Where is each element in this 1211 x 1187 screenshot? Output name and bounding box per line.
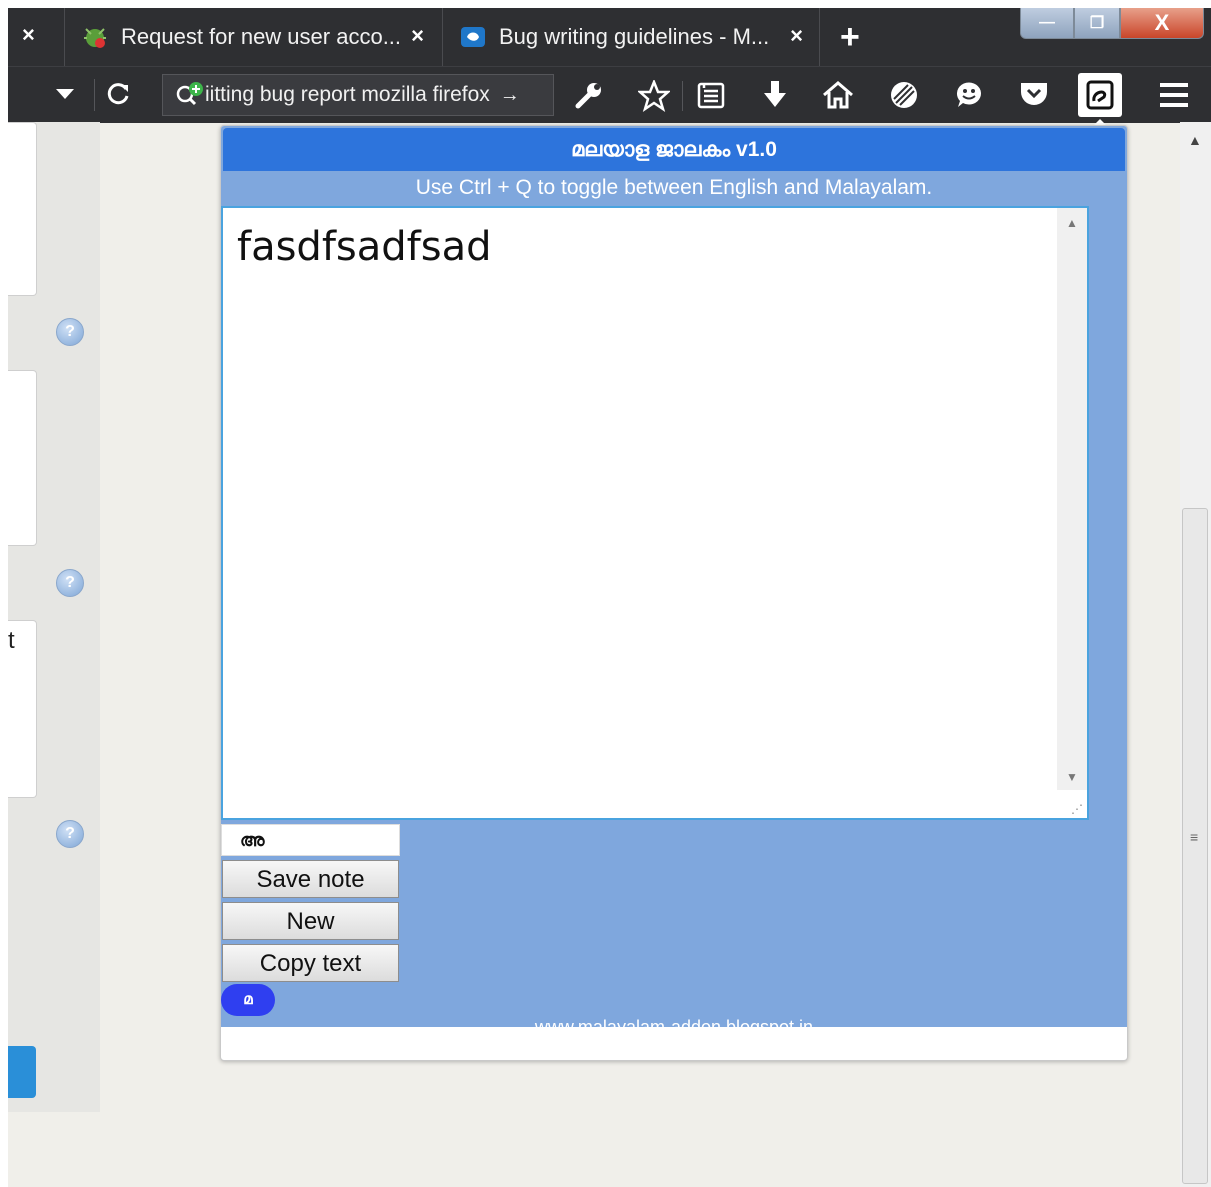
pocket-icon[interactable]: [1018, 79, 1050, 109]
scroll-up-arrow-icon[interactable]: ▲: [1188, 132, 1202, 148]
minimize-button[interactable]: —: [1020, 8, 1074, 39]
page-submit-button[interactable]: [8, 1046, 36, 1098]
new-note-button[interactable]: New: [222, 902, 399, 940]
language-toggle-button[interactable]: മ: [221, 984, 275, 1016]
download-icon[interactable]: [760, 79, 790, 111]
tab-bug-writing-guidelines[interactable]: Bug writing guidelines - M... ×: [442, 8, 820, 66]
go-arrow-icon[interactable]: →: [500, 84, 520, 107]
textarea-text: t: [8, 627, 15, 654]
tab-bar: × Request for new user acco... × Bug wri…: [8, 8, 1211, 66]
malayalam-extension-button[interactable]: [1078, 73, 1122, 117]
help-icon[interactable]: ?: [56, 569, 84, 597]
search-add-icon: [176, 82, 203, 106]
navigation-toolbar: iitting bug report mozilla firefox →: [8, 66, 1211, 123]
hamburger-menu-icon[interactable]: [1158, 81, 1190, 109]
resize-grip-icon[interactable]: ⋰: [1071, 802, 1083, 816]
page-textarea[interactable]: t: [8, 620, 37, 798]
hello-icon[interactable]: [888, 79, 920, 111]
addon-website-link[interactable]: www.malayalam-addon.blogspot.in: [221, 1017, 1127, 1027]
close-tab-button[interactable]: ×: [22, 22, 35, 48]
dropdown-arrow-icon[interactable]: [54, 83, 76, 105]
window-close-button[interactable]: X: [1120, 8, 1204, 39]
scroll-up-arrow-icon[interactable]: ▲: [1066, 216, 1078, 230]
bookmarks-menu-icon[interactable]: [696, 80, 726, 110]
scroll-grip-icon: ≡: [1190, 829, 1199, 845]
page-scrollbar[interactable]: ▲ ≡: [1180, 122, 1211, 1187]
scroll-down-arrow-icon[interactable]: ▼: [1066, 770, 1078, 784]
tab-close-icon[interactable]: ×: [790, 23, 803, 49]
page-textarea[interactable]: [8, 122, 37, 296]
page-textarea[interactable]: [8, 370, 37, 546]
screen: × Request for new user acco... × Bug wri…: [8, 8, 1211, 1187]
malayalam-extension-icon: [1086, 80, 1114, 110]
save-note-button[interactable]: Save note: [222, 860, 399, 898]
reload-icon[interactable]: [106, 81, 132, 107]
window-controls: — ❐ X: [1020, 8, 1206, 42]
tab-title: Request for new user acco...: [121, 24, 402, 49]
maximize-button[interactable]: ❐: [1074, 8, 1120, 39]
help-icon[interactable]: ?: [56, 820, 84, 848]
url-text: iitting bug report mozilla firefox: [205, 83, 490, 106]
popup-title: മലയാള ജാലകം v1.0: [223, 128, 1125, 171]
language-indicator: അ: [221, 824, 400, 856]
help-icon[interactable]: ?: [56, 318, 84, 346]
url-bar[interactable]: iitting bug report mozilla firefox →: [162, 74, 554, 116]
note-textarea[interactable]: fasdfsadfsad ▲ ▼ ⋰: [221, 206, 1089, 820]
toolbar-divider: [682, 81, 683, 111]
note-text: fasdfsadfsad: [237, 224, 492, 270]
malayalam-addon-popup: മലയാള ജാലകം v1.0 Use Ctrl + Q to toggle …: [220, 125, 1128, 1061]
popup-hint: Use Ctrl + Q to toggle between English a…: [415, 176, 933, 199]
tab-request-user-account[interactable]: Request for new user acco... ×: [64, 8, 440, 66]
home-icon[interactable]: [822, 79, 854, 111]
popup-panel: മലയാള ജാലകം v1.0 Use Ctrl + Q to toggle …: [221, 126, 1127, 1027]
mdn-favicon-icon: [461, 27, 485, 47]
copy-text-button[interactable]: Copy text: [222, 944, 399, 982]
bug-favicon-icon: [84, 28, 106, 48]
tab-title: Bug writing guidelines - M...: [499, 24, 770, 49]
wrench-icon[interactable]: [574, 80, 604, 110]
bookmark-star-icon[interactable]: [638, 80, 670, 112]
toolbar-divider: [94, 79, 95, 111]
chat-emoji-icon[interactable]: [954, 79, 984, 109]
new-tab-button[interactable]: +: [840, 18, 860, 57]
scroll-thumb[interactable]: ≡: [1182, 508, 1208, 1184]
note-scrollbar[interactable]: ▲ ▼: [1057, 208, 1087, 790]
tab-close-icon[interactable]: ×: [411, 23, 424, 49]
